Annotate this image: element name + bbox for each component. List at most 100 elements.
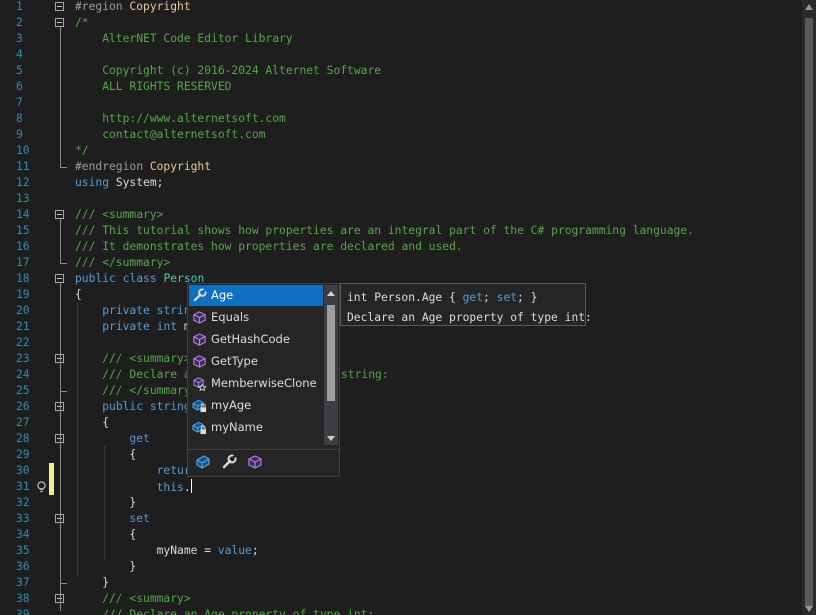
code-line[interactable]: 6 ALL RIGHTS RESERVED — [0, 79, 802, 95]
line-number: 21 — [16, 320, 30, 333]
code-line[interactable]: 37 } — [0, 575, 802, 591]
code-text[interactable]: { — [75, 527, 136, 543]
scroll-down-arrow-icon[interactable] — [805, 606, 813, 612]
lightbulb-icon[interactable] — [36, 481, 47, 493]
code-text[interactable]: public class Person — [75, 271, 204, 287]
code-line[interactable]: 16 /// It demonstrates how properties are… — [0, 239, 802, 255]
code-text[interactable]: } — [75, 575, 109, 591]
code-text[interactable]: /// Declare an Age property of type int: — [75, 607, 374, 615]
code-text[interactable]: private int m — [75, 319, 190, 335]
code-text[interactable]: } — [75, 495, 136, 511]
code-text[interactable]: this. — [75, 479, 192, 496]
code-line[interactable]: 13 — [0, 191, 802, 207]
completion-item-age[interactable]: Age — [189, 285, 323, 306]
field-filter-icon[interactable] — [195, 454, 211, 470]
code-text[interactable]: /// Declare a string: — [75, 367, 388, 383]
code-text[interactable]: get — [75, 431, 149, 447]
code-text[interactable]: ALL RIGHTS RESERVED — [75, 79, 231, 95]
completion-scroll-up-icon[interactable] — [327, 291, 335, 296]
code-text[interactable]: using System; — [75, 175, 163, 191]
code-text[interactable]: #endregion Copyright — [75, 159, 211, 175]
code-text[interactable]: /// <summary> — [75, 591, 190, 607]
code-line[interactable]: 24 /// Declare a string: — [0, 367, 802, 383]
code-text[interactable]: /// <summary> — [75, 351, 190, 367]
code-line[interactable]: 33 set — [0, 511, 802, 527]
code-line[interactable]: 1 #region Copyright — [0, 0, 802, 15]
code-line[interactable]: 31 this. — [0, 479, 802, 495]
code-text[interactable]: myName = value; — [75, 543, 259, 559]
completion-divider — [188, 449, 339, 450]
completion-scrollbar[interactable] — [324, 285, 338, 445]
code-line[interactable]: 17 /// </summary> — [0, 255, 802, 271]
code-line[interactable]: 7 — [0, 95, 802, 111]
completion-scroll-down-icon[interactable] — [327, 436, 335, 441]
completion-item-myage[interactable]: myAge — [189, 395, 323, 416]
code-line[interactable]: 15 /// This tutorial shows how properties… — [0, 223, 802, 239]
code-line[interactable]: 28 get — [0, 431, 802, 447]
line-number: 14 — [16, 208, 30, 221]
code-text[interactable]: http://www.alternetsoft.com — [75, 111, 286, 127]
scroll-up-arrow-icon[interactable] — [805, 4, 813, 10]
vertical-scrollbar[interactable] — [802, 0, 816, 615]
code-line[interactable]: 10 */ — [0, 143, 802, 159]
code-text[interactable]: AlterNET Code Editor Library — [75, 31, 292, 47]
code-line[interactable]: 39 /// Declare an Age property of type i… — [0, 607, 802, 615]
code-line[interactable]: 25 /// </summary — [0, 383, 802, 399]
method-cube-icon — [193, 355, 206, 368]
completion-item-gettype[interactable]: GetType — [189, 351, 323, 372]
code-line[interactable]: 30 retur — [0, 463, 802, 479]
completion-item-equals[interactable]: Equals — [189, 307, 323, 328]
code-line[interactable]: 22 — [0, 335, 802, 351]
code-text[interactable]: /// This tutorial shows how properties a… — [75, 223, 694, 239]
code-text[interactable]: /// </summary — [75, 383, 190, 399]
code-line[interactable]: 29 { — [0, 447, 802, 463]
code-text[interactable]: retur — [75, 463, 191, 479]
code-text[interactable]: /* — [75, 15, 89, 31]
code-line[interactable]: 35 myName = value; — [0, 543, 802, 559]
code-line[interactable]: 11 #endregion Copyright — [0, 159, 802, 175]
completion-item-memberwiseclone[interactable]: MemberwiseClone — [189, 373, 323, 394]
code-text[interactable]: #region Copyright — [75, 0, 191, 15]
completion-item-gethashcode[interactable]: GetHashCode — [189, 329, 323, 350]
property-filter-icon[interactable] — [221, 454, 237, 470]
code-text[interactable]: set — [75, 511, 149, 527]
code-text[interactable]: contact@alternetsoft.com — [75, 127, 265, 143]
code-line[interactable]: 23 /// <summary> — [0, 351, 802, 367]
fold-toggle-icon[interactable] — [55, 210, 64, 219]
code-line[interactable]: 26 public string — [0, 399, 802, 415]
code-line[interactable]: 14 /// <summary> — [0, 207, 802, 223]
code-text[interactable]: { — [75, 287, 82, 303]
fold-toggle-icon[interactable] — [55, 2, 64, 11]
code-line[interactable]: 12 using System; — [0, 175, 802, 191]
code-line[interactable]: 8 http://www.alternetsoft.com — [0, 111, 802, 127]
code-text[interactable]: Copyright (c) 2016-2024 Alternet Softwar… — [75, 63, 381, 79]
code-token: string — [149, 400, 191, 413]
code-text[interactable]: { — [75, 415, 109, 431]
code-line[interactable]: 38 /// <summary> — [0, 591, 802, 607]
line-number: 11 — [16, 160, 30, 173]
code-text[interactable]: /// It demonstrates how properties are d… — [75, 239, 463, 255]
code-line[interactable]: 3 AlterNET Code Editor Library — [0, 31, 802, 47]
code-text[interactable]: private strin — [75, 303, 190, 319]
code-text[interactable]: } — [75, 559, 136, 575]
code-line[interactable]: 36 } — [0, 559, 802, 575]
completion-item-myname[interactable]: myName — [189, 417, 323, 438]
completion-list[interactable]: Age Equals GetHashCode GetType MemberwiseClo… — [187, 283, 340, 477]
code-text[interactable]: */ — [75, 143, 89, 159]
code-text[interactable]: public string — [75, 399, 191, 415]
code-line[interactable]: 32 } — [0, 495, 802, 511]
method-filter-icon[interactable] — [247, 454, 263, 470]
scrollbar-thumb[interactable] — [805, 18, 813, 606]
code-text[interactable]: /// </summary> — [75, 255, 170, 271]
code-text[interactable]: { — [75, 447, 136, 463]
code-line[interactable]: 9 contact@alternetsoft.com — [0, 127, 802, 143]
code-line[interactable]: 2 /* — [0, 15, 802, 31]
code-line[interactable]: 27 { — [0, 415, 802, 431]
code-text[interactable]: /// <summary> — [75, 207, 163, 223]
fold-toggle-icon[interactable] — [55, 18, 64, 27]
fold-toggle-icon[interactable] — [55, 274, 64, 283]
code-line[interactable]: 4 — [0, 47, 802, 63]
completion-scroll-thumb[interactable] — [327, 305, 335, 401]
code-line[interactable]: 34 { — [0, 527, 802, 543]
code-line[interactable]: 5 Copyright (c) 2016-2024 Alternet Softw… — [0, 63, 802, 79]
